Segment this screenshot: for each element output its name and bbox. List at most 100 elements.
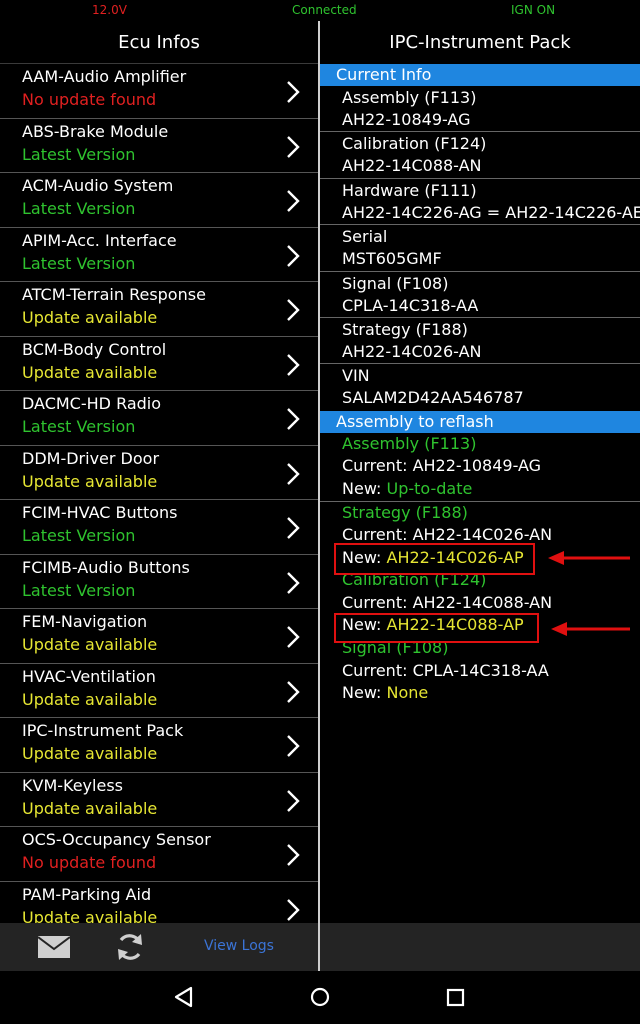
info-label: Calibration (F124) bbox=[342, 134, 487, 154]
chevron-right-icon bbox=[287, 571, 300, 594]
recent-apps-icon[interactable] bbox=[446, 988, 466, 1008]
ecu-status: Update available bbox=[22, 308, 158, 327]
view-logs-link[interactable]: View Logs bbox=[204, 938, 274, 954]
ecu-item[interactable]: APIM-Acc. Interface Latest Version bbox=[0, 228, 318, 282]
ecu-name: OCS-Occupancy Sensor bbox=[22, 830, 211, 849]
highlight-box bbox=[334, 613, 539, 643]
home-icon[interactable] bbox=[309, 986, 331, 1008]
current-value: AH22-14C026-AN bbox=[412, 525, 553, 545]
highlight-box bbox=[334, 543, 535, 575]
ecu-name: FEM-Navigation bbox=[22, 612, 148, 631]
module-detail-panel: IPC-Instrument Pack Current Info Assembl… bbox=[320, 21, 640, 971]
reflash-new: New: Up-to-date bbox=[342, 478, 640, 501]
chevron-right-icon bbox=[287, 462, 300, 485]
module-title: IPC-Instrument Pack bbox=[389, 32, 571, 53]
chevron-right-icon bbox=[287, 680, 300, 703]
ecu-status: Update available bbox=[22, 744, 158, 763]
current-prefix: Current: bbox=[342, 456, 413, 476]
ecu-status: Latest Version bbox=[22, 199, 136, 218]
status-bar: 12.0V Connected IGN ON bbox=[0, 0, 640, 21]
right-toolbar bbox=[320, 923, 640, 971]
info-row: Strategy (F188) AH22-14C026-AN bbox=[320, 318, 640, 365]
ecu-name: ABS-Brake Module bbox=[22, 121, 169, 141]
ecu-item[interactable]: KVM-Keyless Update available bbox=[0, 773, 318, 827]
info-value: AH22-10849-AG bbox=[342, 110, 471, 129]
ecu-item[interactable]: BCM-Body Control Update available bbox=[0, 337, 318, 391]
chevron-right-icon bbox=[287, 789, 300, 812]
reflash-item: Signal (F108) Current: CPLA-14C318-AA Ne… bbox=[320, 637, 640, 705]
ecu-item[interactable]: ATCM-Terrain Response Update available bbox=[0, 282, 318, 337]
ecu-name: APIM-Acc. Interface bbox=[22, 230, 177, 250]
new-value: None bbox=[386, 683, 429, 703]
ecu-name: KVM-Keyless bbox=[22, 775, 123, 795]
arrow-left-icon bbox=[548, 551, 630, 565]
back-icon[interactable] bbox=[173, 986, 195, 1008]
ecu-status: No update found bbox=[22, 853, 157, 872]
ecu-status: Latest Version bbox=[22, 144, 136, 164]
chevron-right-icon bbox=[287, 735, 300, 757]
current-value: AH22-10849-AG bbox=[412, 456, 542, 476]
new-prefix: New: bbox=[342, 683, 387, 703]
left-toolbar: View Logs bbox=[0, 923, 318, 971]
ecu-item[interactable]: ABS-Brake Module Latest Version bbox=[0, 119, 318, 173]
ecu-name: PAM-Parking Aid bbox=[22, 884, 152, 904]
ecu-item[interactable]: FCIMB-Audio Buttons Latest Version bbox=[0, 555, 318, 609]
ecu-status: Latest Version bbox=[22, 526, 136, 545]
ecu-name: DDM-Driver Door bbox=[22, 448, 160, 468]
chevron-right-icon bbox=[287, 898, 300, 921]
chevron-right-icon bbox=[287, 299, 300, 321]
info-label: Hardware (F111) bbox=[342, 180, 477, 200]
reflash-new: New: None bbox=[342, 682, 640, 705]
ecu-status: Update available bbox=[22, 689, 158, 709]
ecu-item[interactable]: DDM-Driver Door Update available bbox=[0, 446, 318, 500]
info-value: MST605GMF bbox=[342, 249, 442, 269]
current-value: CPLA-14C318-AA bbox=[412, 660, 549, 680]
current-value: AH22-14C088-AN bbox=[412, 592, 553, 612]
info-value: CPLA-14C318-AA bbox=[342, 295, 479, 315]
ecu-name: FCIM-HVAC Buttons bbox=[22, 503, 178, 522]
info-label: Assembly (F113) bbox=[342, 88, 477, 107]
ecu-name: IPC-Instrument Pack bbox=[22, 721, 184, 740]
info-value: AH22-14C026-AN bbox=[342, 341, 482, 361]
navigation-bar bbox=[0, 971, 640, 1024]
ecu-status: Latest Version bbox=[22, 253, 136, 273]
reflash-current: Current: AH22-10849-AG bbox=[342, 455, 640, 478]
chevron-right-icon bbox=[287, 844, 300, 866]
chevron-right-icon bbox=[287, 353, 300, 376]
info-value: SALAM2D42AA546787 bbox=[342, 388, 524, 408]
ecu-item[interactable]: FEM-Navigation Update available bbox=[0, 609, 318, 664]
ecu-item[interactable]: HVAC-Ventilation Update available bbox=[0, 664, 318, 718]
reflash-item: Assembly (F113) Current: AH22-10849-AG N… bbox=[320, 433, 640, 502]
ecu-name: ACM-Audio System bbox=[22, 176, 174, 195]
ecu-list-panel: Ecu Infos AAM-Audio Amplifier No update … bbox=[0, 21, 318, 971]
ecu-status: No update found bbox=[22, 90, 157, 109]
voltage-status: 12.0V bbox=[92, 3, 127, 17]
info-row: Signal (F108) CPLA-14C318-AA bbox=[320, 272, 640, 318]
ecu-status: Update available bbox=[22, 362, 158, 382]
info-label: Signal (F108) bbox=[342, 273, 449, 293]
current-prefix: Current: bbox=[342, 660, 413, 680]
chevron-right-icon bbox=[287, 81, 300, 103]
ecu-item[interactable]: ACM-Audio System Latest Version bbox=[0, 173, 318, 228]
reflash-label: Strategy (F188) bbox=[342, 502, 468, 522]
ecu-item[interactable]: IPC-Instrument Pack Update available bbox=[0, 718, 318, 773]
ecu-name: HVAC-Ventilation bbox=[22, 666, 156, 686]
ecu-item[interactable]: OCS-Occupancy Sensor No update found bbox=[0, 827, 318, 882]
refresh-icon[interactable] bbox=[114, 931, 146, 963]
reflash-header: Assembly to reflash bbox=[320, 410, 640, 433]
current-info-header: Current Info bbox=[320, 64, 640, 86]
info-value: AH22-14C226-AG = AH22-14C226-AE bbox=[342, 202, 640, 222]
ecu-item[interactable]: FCIM-HVAC Buttons Latest Version bbox=[0, 500, 318, 555]
info-label: Strategy (F188) bbox=[342, 319, 468, 339]
mail-icon[interactable] bbox=[38, 936, 70, 958]
info-row: Assembly (F113) AH22-10849-AG bbox=[320, 86, 640, 133]
new-prefix: New: bbox=[342, 478, 387, 498]
chevron-right-icon bbox=[287, 244, 300, 267]
info-label: Serial bbox=[342, 227, 388, 247]
info-label: VIN bbox=[342, 366, 370, 386]
chevron-right-icon bbox=[287, 626, 300, 648]
ecu-item[interactable]: AAM-Audio Amplifier No update found bbox=[0, 64, 318, 119]
info-row: Calibration (F124) AH22-14C088-AN bbox=[320, 132, 640, 179]
reflash-current: Current: AH22-14C088-AN bbox=[342, 592, 640, 615]
ecu-item[interactable]: DACMC-HD Radio Latest Version bbox=[0, 391, 318, 446]
